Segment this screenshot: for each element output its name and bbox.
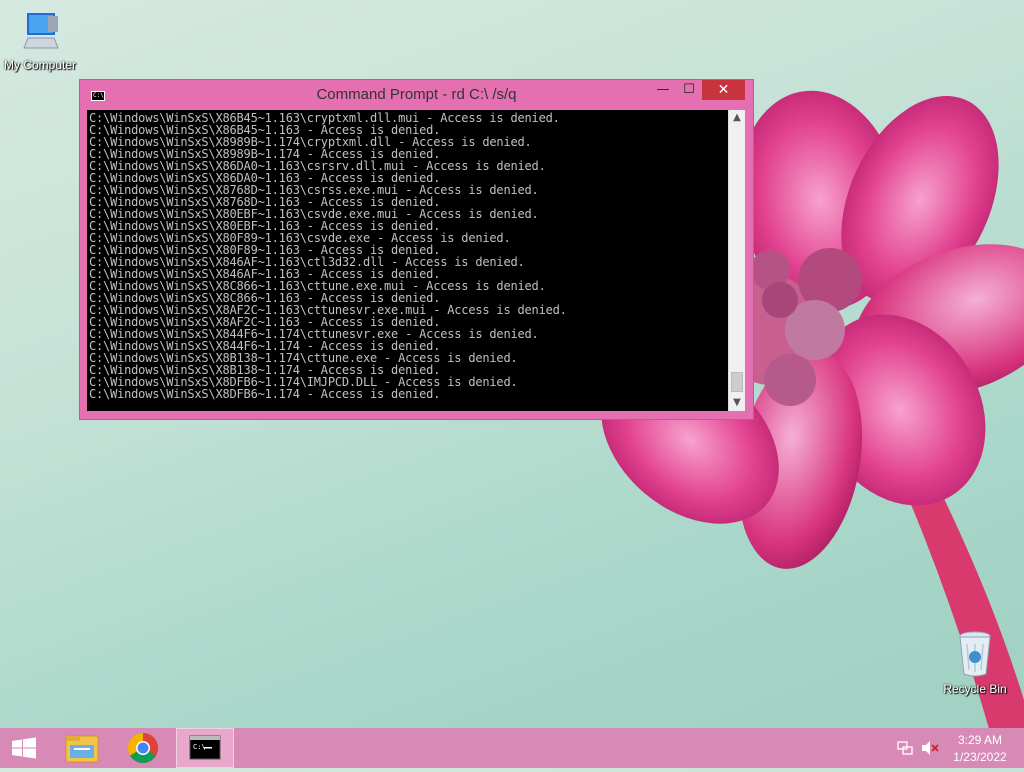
scrollbar-thumb[interactable] bbox=[731, 372, 743, 392]
recycle-bin-label: Recycle Bin bbox=[943, 682, 1007, 696]
my-computer-desktop-icon[interactable]: My Computer bbox=[0, 8, 80, 72]
maximize-button[interactable]: ☐ bbox=[676, 80, 702, 100]
clock-date: 1/23/2022 bbox=[953, 750, 1007, 764]
console-line: C:\Windows\WinSxS\X8DFB6~1.174 - Access … bbox=[89, 387, 441, 401]
recycle-bin-icon bbox=[959, 631, 991, 677]
recycle-bin-desktop-icon[interactable]: Recycle Bin bbox=[935, 630, 1015, 696]
scroll-down-arrow-icon[interactable]: ▼ bbox=[729, 395, 745, 411]
start-button[interactable] bbox=[0, 728, 48, 768]
network-icon[interactable] bbox=[897, 740, 913, 756]
command-prompt-window[interactable]: C:\ Command Prompt - rd C:\ /s/q — ☐ ✕ C… bbox=[79, 79, 754, 420]
cmd-icon: C:\ bbox=[189, 735, 221, 760]
my-computer-label: My Computer bbox=[3, 58, 77, 72]
folder-icon bbox=[65, 735, 99, 763]
console-output[interactable]: C:\Windows\WinSxS\X86B45~1.163\cryptxml.… bbox=[87, 110, 728, 411]
close-button[interactable]: ✕ bbox=[702, 80, 745, 100]
taskbar-command-prompt[interactable]: C:\ bbox=[176, 728, 234, 768]
volume-muted-icon[interactable] bbox=[921, 740, 939, 756]
taskbar: C:\ bbox=[0, 728, 1024, 768]
taskbar-chrome[interactable] bbox=[116, 728, 170, 768]
taskbar-file-explorer[interactable] bbox=[56, 728, 108, 768]
computer-icon bbox=[23, 11, 59, 49]
window-titlebar[interactable]: C:\ Command Prompt - rd C:\ /s/q — ☐ ✕ bbox=[80, 80, 753, 110]
clock-time: 3:29 AM bbox=[957, 733, 1003, 747]
vertical-scrollbar[interactable]: ▲ ▼ bbox=[728, 110, 745, 411]
windows-logo-icon bbox=[12, 737, 36, 759]
scroll-up-arrow-icon[interactable]: ▲ bbox=[729, 110, 745, 126]
system-clock[interactable]: 3:29 AM 1/23/2022 bbox=[946, 732, 1014, 766]
svg-text:C:\: C:\ bbox=[193, 743, 206, 751]
minimize-button[interactable]: — bbox=[650, 80, 676, 100]
chrome-icon bbox=[127, 733, 159, 764]
console-lines: C:\Windows\WinSxS\X86B45~1.163\cryptxml.… bbox=[87, 110, 728, 400]
